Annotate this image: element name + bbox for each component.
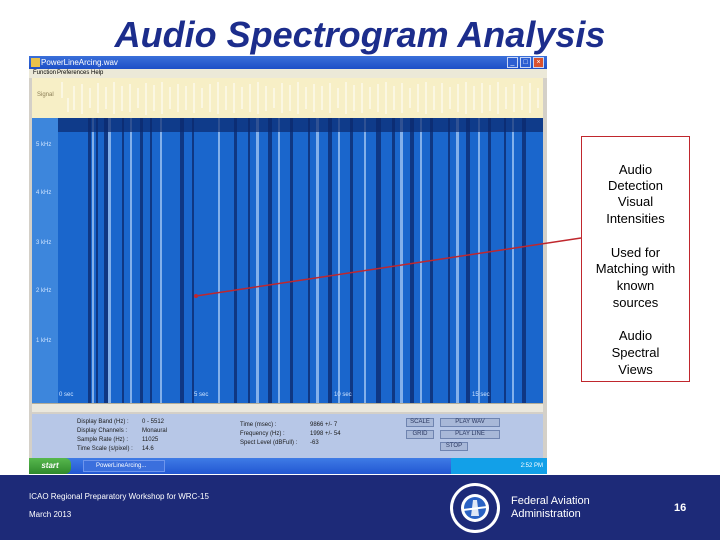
windows-taskbar: start PowerLineArcing... 2:52 PM: [29, 458, 547, 474]
faa-seal-icon: [450, 483, 500, 533]
start-button[interactable]: start: [29, 458, 71, 474]
taskbar-app-button[interactable]: PowerLineArcing...: [83, 460, 165, 472]
callout-line-10: Spectral: [611, 345, 660, 360]
frequency-value: 1998 +/- 54: [310, 431, 341, 437]
faa-name-line2: Administration: [511, 508, 581, 520]
time-label-10: 10 sec: [334, 392, 352, 398]
time-scale-value: 14.6: [142, 446, 154, 452]
callout-line-8: sources: [612, 295, 659, 310]
minimize-button[interactable]: _: [507, 57, 518, 68]
time-label-15: 15 sec: [472, 392, 490, 398]
faa-name-line1: Federal Aviation: [511, 495, 590, 507]
system-tray: 2:52 PM: [451, 458, 547, 474]
close-button[interactable]: ×: [533, 57, 544, 68]
slide-footer: ICAO Regional Preparatory Workshop for W…: [0, 475, 720, 540]
spect-level-label: Spect Level (dBFull) :: [240, 440, 298, 446]
time-label-0: 0 sec: [59, 392, 74, 398]
play-line-button[interactable]: PLAY LINE: [440, 430, 500, 439]
horizontal-scrollbar[interactable]: [32, 403, 543, 412]
spectrogram-graphic: [32, 118, 543, 403]
freq-label-2khz: 2 kHz: [36, 288, 52, 294]
display-band-label: Display Band (Hz) :: [77, 419, 129, 425]
menu-help[interactable]: Help: [91, 69, 103, 78]
spectrogram-app-window: PowerLineArcing.wav _ □ × Function Prefe…: [29, 56, 547, 474]
time-label-5: 5 sec: [194, 392, 209, 398]
display-band-value: 0 - 5512: [142, 419, 165, 425]
window-title: PowerLineArcing.wav: [41, 58, 118, 67]
page-number: 16: [674, 502, 687, 514]
menu-function[interactable]: Function: [33, 69, 56, 78]
freq-label-5khz: 5 kHz: [36, 142, 52, 148]
callout-line-6: Matching with: [595, 261, 676, 276]
sample-rate-value: 11025: [142, 437, 159, 443]
callout-line-4: Intensities: [606, 211, 665, 226]
callout-line-2: Detection: [608, 178, 663, 193]
callout-line-1: Audio: [618, 162, 653, 177]
freq-label-4khz: 4 kHz: [36, 190, 52, 196]
grid-button[interactable]: GRID: [406, 430, 434, 439]
callout-line-3: Visual: [617, 194, 654, 209]
window-titlebar[interactable]: PowerLineArcing.wav _ □ ×: [29, 56, 547, 69]
play-wav-button[interactable]: PLAY WAV: [440, 418, 500, 427]
slide-title: Audio Spectrogram Analysis: [114, 14, 606, 55]
time-label: Time (msec) :: [240, 422, 277, 428]
freq-label-3khz: 3 kHz: [36, 240, 52, 246]
tray-clock: 2:52 PM: [520, 463, 543, 469]
menu-bar: Function Preferences Help: [29, 69, 547, 78]
freq-label-1khz: 1 kHz: [36, 338, 52, 344]
callout-line-5: Used for: [610, 245, 661, 260]
spect-level-value: -63: [310, 440, 319, 446]
menu-preferences[interactable]: Preferences: [57, 69, 89, 78]
callout-line-9: Audio: [618, 328, 653, 343]
display-channels-value: Monaural: [142, 428, 168, 434]
spectrogram-view[interactable]: 5 kHz 4 kHz 3 kHz 2 kHz 1 kHz: [32, 118, 543, 403]
callout-box: Audio Detection Visual Intensities Used …: [581, 136, 690, 382]
frequency-label: Frequency (Hz) :: [240, 431, 285, 437]
sample-rate-label: Sample Rate (Hz) :: [77, 437, 129, 443]
callout-line-11: Views: [618, 362, 653, 377]
waveform-graphic: [61, 82, 539, 115]
maximize-button[interactable]: □: [520, 57, 531, 68]
signal-waveform: Signal: [32, 78, 543, 118]
frequency-axis: 5 kHz 4 kHz 3 kHz 2 kHz 1 kHz: [32, 118, 58, 403]
callout-line-7: known: [616, 278, 655, 293]
time-scale-label: Time Scale (s/pixel) :: [77, 446, 133, 452]
footer-conference: ICAO Regional Preparatory Workshop for W…: [29, 492, 209, 501]
display-channels-label: Display Channels :: [77, 428, 128, 434]
scale-button[interactable]: SCALE: [406, 418, 434, 427]
time-value: 9866 +/- 7: [310, 422, 338, 428]
footer-date: March 2013: [29, 510, 72, 519]
app-icon: [31, 58, 40, 67]
stop-button[interactable]: STOP: [440, 442, 468, 451]
